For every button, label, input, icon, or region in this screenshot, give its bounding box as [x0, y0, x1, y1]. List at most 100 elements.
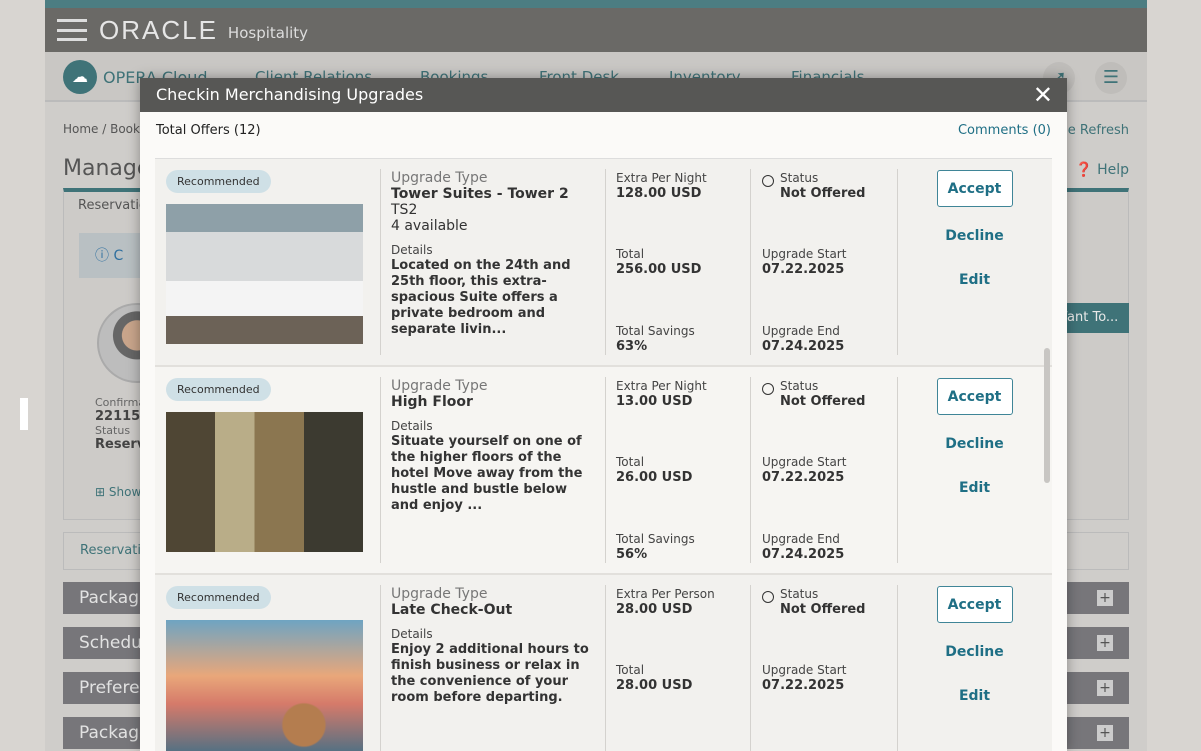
total-value: 256.00 USD: [616, 262, 702, 277]
accept-button[interactable]: Accept: [936, 170, 1013, 207]
dialog-title: Checkin Merchandising Upgrades: [156, 85, 424, 104]
divider: [605, 585, 606, 751]
accept-button[interactable]: Accept: [936, 586, 1013, 623]
divider: [750, 377, 751, 563]
offer-card: Recommended Upgrade Type Late Check-Out …: [155, 575, 1052, 751]
plus-icon[interactable]: +: [1097, 680, 1113, 696]
breadcrumb[interactable]: Home / Bookin: [63, 122, 151, 136]
upgrade-end-label: Upgrade End: [762, 532, 840, 546]
divider: [605, 377, 606, 563]
page-refresh-link[interactable]: ge Refresh: [1060, 123, 1129, 138]
top-accent-stripe: [45, 0, 1147, 8]
room-photo: [166, 620, 363, 751]
divider: [750, 169, 751, 355]
accept-button[interactable]: Accept: [936, 378, 1013, 415]
divider: [750, 585, 751, 751]
total-label: Total: [616, 663, 645, 677]
accordion-label: Schedul: [79, 633, 147, 653]
show-label: Show: [108, 485, 142, 499]
show-more-link[interactable]: ⊞ Show: [95, 485, 141, 499]
close-icon[interactable]: ✕: [1033, 81, 1053, 109]
status-label: Status: [95, 424, 131, 437]
edit-link[interactable]: Edit: [897, 272, 1052, 288]
upgrade-type-column: Upgrade Type High Floor Details Situate …: [391, 378, 596, 514]
upgrade-type-label: Upgrade Type: [391, 378, 488, 394]
reservation-tab[interactable]: Reservatio: [78, 198, 147, 213]
upgrade-start-label: Upgrade Start: [762, 455, 847, 469]
upgrade-type-column: Upgrade Type Late Check-Out Details Enjo…: [391, 586, 596, 706]
details-text: Situate yourself on one of the higher fl…: [391, 434, 583, 513]
actions-column: Accept Decline Edit: [897, 378, 1052, 496]
help-label: Help: [1097, 162, 1129, 178]
price-label: Extra Per Night: [616, 379, 707, 393]
help-link[interactable]: ❓ Help: [1075, 162, 1129, 178]
status-radio-icon: [762, 175, 774, 187]
details-text: Enjoy 2 additional hours to finish busin…: [391, 642, 589, 705]
details-label: Details: [391, 243, 433, 257]
savings-label: Total Savings: [616, 532, 695, 546]
dialog-header: Checkin Merchandising Upgrades ✕: [140, 78, 1067, 112]
status-column: Status Not Offered Upgrade Start 07.22.2…: [762, 586, 897, 693]
comments-link[interactable]: Comments (0): [958, 123, 1051, 138]
upgrade-start: 07.22.2025: [762, 678, 845, 693]
confirmation-block: Confirma 22115 Status Reserv: [95, 396, 145, 452]
offer-card: Recommended Upgrade Type High Floor Deta…: [155, 367, 1052, 575]
status-value: Not Offered: [780, 394, 866, 409]
upgrade-type-label: Upgrade Type: [391, 586, 488, 602]
recommended-badge: Recommended: [166, 378, 271, 401]
divider: [380, 169, 381, 355]
status-label: Status: [780, 587, 819, 601]
divider: [380, 377, 381, 563]
chat-icon[interactable]: ☰: [1095, 62, 1127, 94]
status-label: Status: [780, 171, 819, 185]
price-column: Extra Per Night 13.00 USD Total 26.00 US…: [616, 378, 746, 562]
price-column: Extra Per Night 128.00 USD Total 256.00 …: [616, 170, 746, 354]
edit-link[interactable]: Edit: [897, 480, 1052, 496]
status-label: Status: [780, 379, 819, 393]
price-value: 13.00 USD: [616, 394, 693, 409]
actions-column: Accept Decline Edit: [897, 586, 1052, 704]
upgrade-end: 07.24.2025: [762, 547, 845, 562]
price-value: 28.00 USD: [616, 602, 693, 617]
status-column: Status Not Offered Upgrade Start 07.22.2…: [762, 170, 897, 354]
window-edge-marker: [20, 398, 28, 430]
room-photo: [166, 204, 363, 344]
room-photo: [166, 412, 363, 552]
total-label: Total: [616, 247, 645, 261]
upgrade-end: 07.24.2025: [762, 339, 845, 354]
price-value: 128.00 USD: [616, 186, 702, 201]
upgrade-type: Late Check-Out: [391, 602, 513, 618]
decline-link[interactable]: Decline: [897, 644, 1052, 660]
upgrade-start-label: Upgrade Start: [762, 247, 847, 261]
plus-icon[interactable]: +: [1097, 635, 1113, 651]
offer-card: Recommended Upgrade Type Tower Suites - …: [155, 159, 1052, 367]
upgrade-type-column: Upgrade Type Tower Suites - Tower 2 TS2 …: [391, 170, 596, 338]
upgrade-type-label: Upgrade Type: [391, 170, 488, 186]
confirmation-label: Confirma: [95, 396, 146, 409]
decline-link[interactable]: Decline: [897, 228, 1052, 244]
status-value: Not Offered: [780, 602, 866, 617]
confirmation-number: 22115: [95, 409, 141, 424]
status-column: Status Not Offered Upgrade Start 07.22.2…: [762, 378, 897, 562]
details-text: Located on the 24th and 25th floor, this…: [391, 258, 571, 337]
upgrade-start-label: Upgrade Start: [762, 663, 847, 677]
edit-link[interactable]: Edit: [897, 688, 1052, 704]
savings-value: 56%: [616, 547, 648, 562]
decline-link[interactable]: Decline: [897, 436, 1052, 452]
actions-column: Accept Decline Edit: [897, 170, 1052, 288]
savings-label: Total Savings: [616, 324, 695, 338]
recommended-badge: Recommended: [166, 170, 271, 193]
price-column: Extra Per Person 28.00 USD Total 28.00 U…: [616, 586, 746, 693]
plus-icon[interactable]: +: [1097, 725, 1113, 741]
info-text: C: [113, 248, 124, 264]
plus-icon[interactable]: +: [1097, 590, 1113, 606]
divider: [380, 585, 381, 751]
oracle-logo: ORACLE: [99, 14, 218, 45]
accordion-label: Package: [79, 723, 150, 743]
details-label: Details: [391, 627, 433, 641]
scrollbar-thumb[interactable]: [1044, 348, 1050, 483]
status-radio-icon: [762, 591, 774, 603]
hamburger-menu-icon[interactable]: [57, 19, 87, 41]
cloud-icon: ☁: [63, 60, 97, 94]
top-bar: ORACLE Hospitality: [45, 8, 1147, 52]
